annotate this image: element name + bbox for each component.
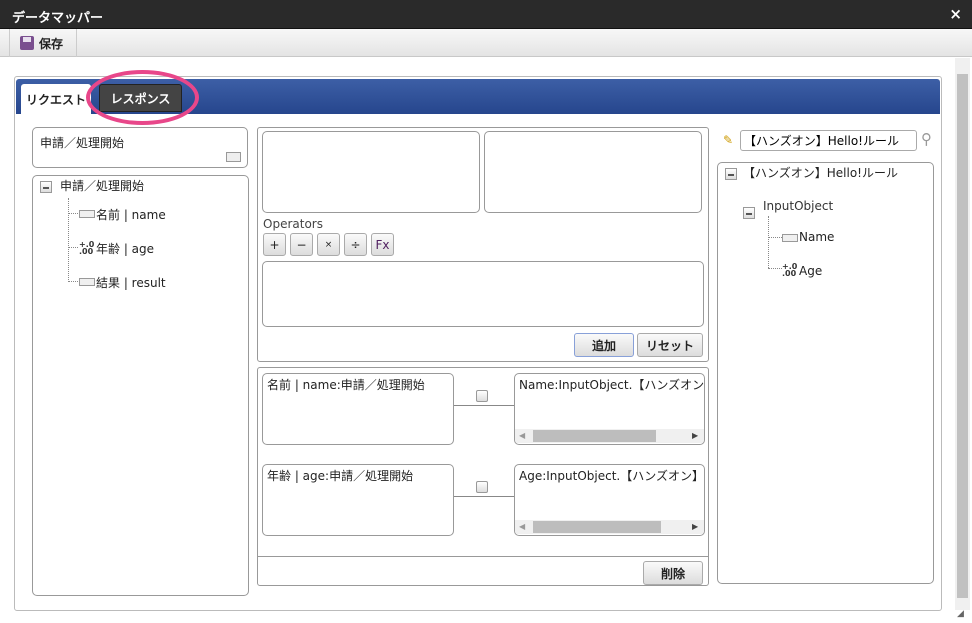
save-button[interactable]: 保存 xyxy=(9,29,77,57)
number-type-icon: +.0.00 xyxy=(79,240,95,256)
selected-process-label: 申請／処理開始 xyxy=(40,136,125,150)
selected-process-box: 申請／処理開始 xyxy=(32,127,248,168)
string-type-icon xyxy=(79,210,95,218)
pencil-icon: ✎ xyxy=(723,133,734,147)
multiply-button[interactable]: × xyxy=(317,233,340,256)
collapse-icon[interactable] xyxy=(725,168,737,180)
mapping-target-text: Name:InputObject.【ハンズオン】Hello!ルール xyxy=(519,378,705,392)
floppy-disk-icon xyxy=(20,36,34,50)
mapping-source-text: 名前 | name:申請／処理開始 xyxy=(267,378,425,392)
mapping-target[interactable]: Name:InputObject.【ハンズオン】Hello!ルール ◀▶ xyxy=(514,373,705,445)
tree-object[interactable]: InputObject xyxy=(763,199,833,213)
scrollbar-thumb[interactable] xyxy=(957,74,968,598)
tree-item[interactable]: Name xyxy=(799,230,834,244)
mapping-checkbox[interactable] xyxy=(476,390,488,402)
tree-item[interactable]: 結果 | result xyxy=(96,274,166,291)
mapping-target-text: Age:InputObject.【ハンズオン】Hello!ルール xyxy=(519,469,705,483)
mapping-source-text: 年齢 | age:申請／処理開始 xyxy=(267,469,414,483)
expression-textarea[interactable] xyxy=(262,261,704,327)
string-type-icon xyxy=(782,234,798,242)
horizontal-scrollbar[interactable]: ◀ ▶ xyxy=(515,429,704,443)
collapse-icon[interactable] xyxy=(40,181,52,193)
target-tree: 【ハンズオン】Hello!ルール InputObject Name +.0.00… xyxy=(717,162,934,584)
tree-root[interactable]: 【ハンズオン】Hello!ルール xyxy=(743,164,898,181)
tree-item[interactable]: 年齢 | age xyxy=(96,240,154,257)
save-label: 保存 xyxy=(39,36,64,51)
string-type-icon xyxy=(79,278,95,286)
window-title: データマッパー xyxy=(0,0,972,29)
mapping-source[interactable]: 年齢 | age:申請／処理開始 xyxy=(262,464,454,536)
operators-label: Operators xyxy=(263,217,323,231)
mapping-target[interactable]: Age:InputObject.【ハンズオン】Hello!ルール ◀▶ xyxy=(514,464,705,536)
toolbar xyxy=(0,29,972,57)
close-icon[interactable]: × xyxy=(949,5,962,23)
tree-root[interactable]: 申請／処理開始 xyxy=(60,177,144,194)
list-icon[interactable] xyxy=(226,152,241,162)
target-field-box[interactable] xyxy=(484,131,702,213)
highlight-circle xyxy=(86,70,199,125)
horizontal-scrollbar[interactable]: ◀ ▶ xyxy=(515,520,704,534)
minus-button[interactable]: − xyxy=(290,233,313,256)
search-icon[interactable]: ⚲ xyxy=(921,130,932,148)
tree-item[interactable]: 名前 | name xyxy=(96,206,166,223)
reset-button[interactable]: リセット xyxy=(637,333,703,357)
collapse-icon[interactable] xyxy=(743,207,755,219)
source-field-box[interactable] xyxy=(262,131,480,213)
mapping-checkbox[interactable] xyxy=(476,481,488,493)
resize-grip-icon[interactable]: ◢ xyxy=(957,609,964,619)
tab-request[interactable]: リクエスト xyxy=(21,84,91,114)
source-tree: 申請／処理開始 名前 | name +.0.00 年齢 | age 結果 | r… xyxy=(32,175,249,596)
divide-button[interactable]: ÷ xyxy=(344,233,367,256)
tree-item[interactable]: Age xyxy=(799,264,822,278)
add-button[interactable]: 追加 xyxy=(574,333,634,357)
delete-button[interactable]: 削除 xyxy=(643,561,703,585)
function-button[interactable]: Fx xyxy=(371,233,394,256)
number-type-icon: +.0.00 xyxy=(782,262,798,278)
rule-search-input[interactable] xyxy=(740,130,917,151)
mapping-source[interactable]: 名前 | name:申請／処理開始 xyxy=(262,373,454,445)
plus-button[interactable]: + xyxy=(263,233,286,256)
